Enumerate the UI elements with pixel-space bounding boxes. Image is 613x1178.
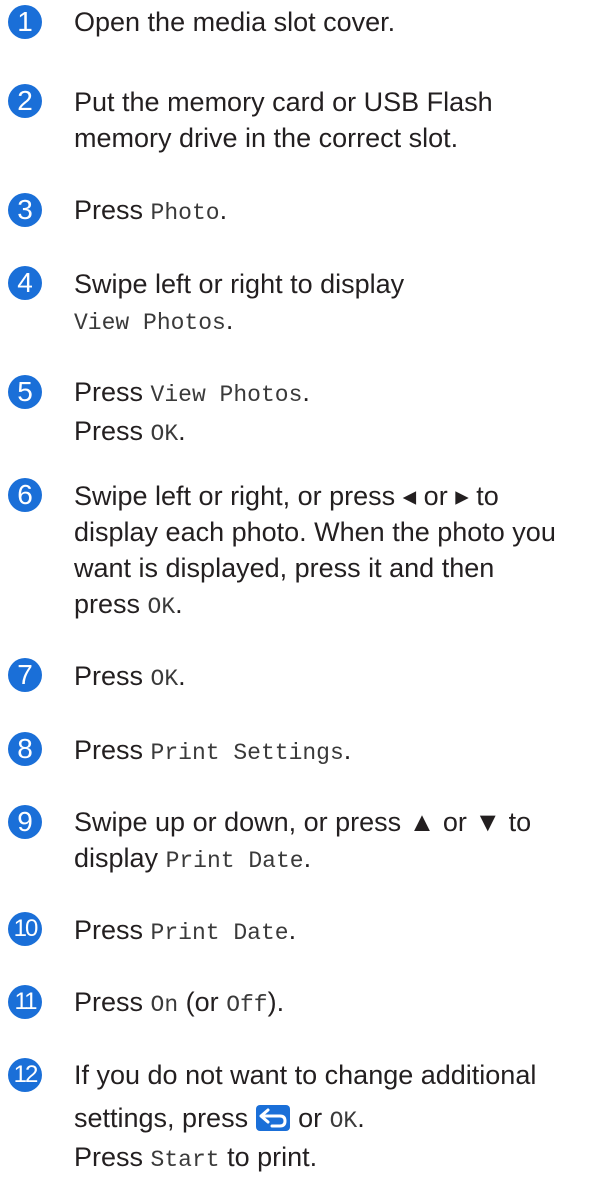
step-press-word: Press: [74, 377, 144, 407]
step-number-badge: 3: [8, 193, 42, 227]
step-press-word: press: [74, 589, 141, 619]
key-label: Photo: [150, 200, 220, 226]
step-line: Put the memory card or USB Flash: [74, 87, 493, 117]
key-label: Print Date: [165, 848, 304, 874]
step-text: Put the memory card or USB Flash memory …: [74, 84, 609, 156]
step-press-word: Press: [74, 915, 144, 945]
step-number-badge: 8: [8, 732, 42, 766]
key-label: Start: [150, 1147, 220, 1173]
step-line: display each photo. When the photo you: [74, 517, 556, 547]
step-press-word: Press: [74, 1142, 144, 1172]
step-number-badge: 2: [8, 84, 42, 118]
step-number-badge: 12: [8, 1058, 42, 1092]
step-number-badge: 5: [8, 375, 42, 409]
step-text: Press On (or Off).: [74, 984, 609, 1023]
key-label: Print Settings: [150, 740, 344, 766]
step-line: Swipe left or right to display: [74, 269, 405, 299]
step-close-text: ).: [267, 987, 285, 1017]
step-number-badge: 4: [8, 266, 42, 300]
key-label: View Photos: [74, 310, 226, 336]
step-text: Open the media slot cover.: [74, 4, 609, 40]
step-to-print-text: to print.: [227, 1142, 318, 1172]
step-text: Press Print Settings.: [74, 735, 352, 766]
key-label: Print Date: [150, 920, 289, 946]
step-press-word: Press: [74, 735, 144, 765]
step-number-badge: 6: [8, 478, 42, 512]
step-text: Press View Photos. Press OK.: [74, 377, 310, 447]
step-or-text: (or: [185, 987, 219, 1017]
step-press-word: Press: [74, 195, 144, 225]
step-line: Swipe up or down, or press ▲ or ▼ to: [74, 807, 532, 837]
step-number-badge: 9: [8, 805, 42, 839]
step-number-badge: 1: [8, 5, 42, 39]
step-line: Open the media slot cover.: [74, 7, 396, 37]
key-label: OK: [329, 1108, 358, 1134]
key-label: View Photos: [150, 382, 303, 408]
back-arrow-icon: [256, 1105, 291, 1131]
step-number-badge: 7: [8, 658, 42, 692]
step-line: memory drive in the correct slot.: [74, 123, 459, 153]
step-settings-text: settings, press: [74, 1103, 249, 1133]
step-text: Swipe left or right to display View Phot…: [74, 266, 609, 341]
step-text: Swipe left or right, or press ◂ or ▸ to …: [74, 478, 609, 625]
step-number-badge: 11: [8, 985, 42, 1019]
key-label: OK: [147, 594, 176, 620]
step-display-word: display: [74, 843, 159, 873]
step-text: Press Photo.: [74, 195, 228, 226]
step-line: Swipe left or right, or press ◂ or ▸ to: [74, 481, 499, 511]
step-line: want is displayed, press it and then: [74, 553, 495, 583]
key-label: On: [150, 992, 179, 1018]
step-press-word: Press: [74, 416, 144, 446]
step-text: If you do not want to change additional …: [74, 1057, 609, 1178]
step-text: Press OK.: [74, 661, 186, 692]
step-line: If you do not want to change additional: [74, 1060, 537, 1090]
key-label: Off: [226, 992, 268, 1018]
step-text: Press Print Date.: [74, 915, 297, 946]
step-text: Swipe up or down, or press ▲ or ▼ to dis…: [74, 804, 609, 879]
key-label: OK: [150, 421, 179, 447]
step-press-word: Press: [74, 661, 144, 691]
step-number-badge: 10: [8, 912, 42, 946]
step-or-text: or: [298, 1103, 323, 1133]
step-press-word: Press: [74, 987, 144, 1017]
key-label: OK: [150, 666, 179, 692]
